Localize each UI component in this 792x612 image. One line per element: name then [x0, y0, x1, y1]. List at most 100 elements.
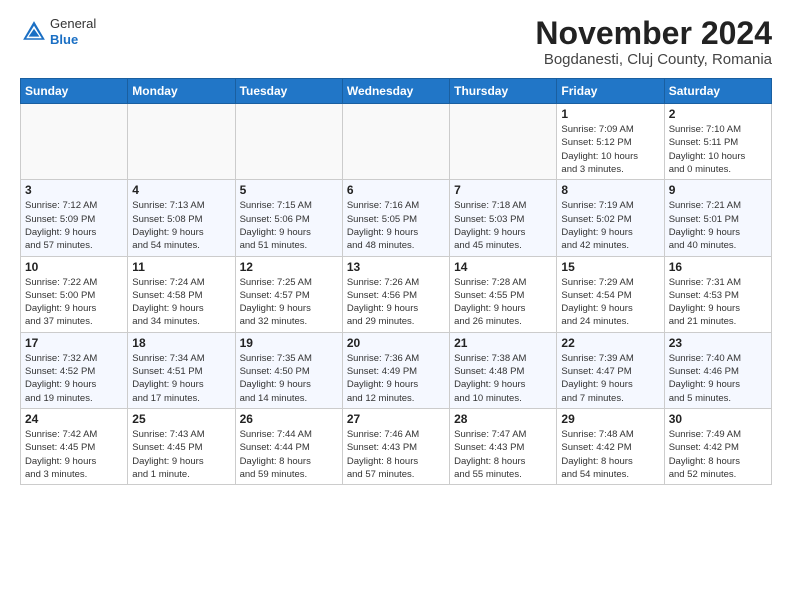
- day-info: Sunrise: 7:32 AM Sunset: 4:52 PM Dayligh…: [25, 352, 123, 405]
- day-info: Sunrise: 7:22 AM Sunset: 5:00 PM Dayligh…: [25, 276, 123, 329]
- calendar-cell: 6 Sunrise: 7:16 AM Sunset: 5:05 PM Daylig…: [342, 180, 449, 256]
- day-number: 28: [454, 412, 552, 426]
- day-number: 13: [347, 260, 445, 274]
- day-number: 8: [561, 183, 659, 197]
- calendar-table: SundayMondayTuesdayWednesdayThursdayFrid…: [20, 78, 772, 485]
- day-number: 15: [561, 260, 659, 274]
- day-info: Sunrise: 7:25 AM Sunset: 4:57 PM Dayligh…: [240, 276, 338, 329]
- calendar-cell: [21, 104, 128, 180]
- calendar-cell: 13 Sunrise: 7:26 AM Sunset: 4:56 PM Dayli…: [342, 256, 449, 332]
- day-info: Sunrise: 7:15 AM Sunset: 5:06 PM Dayligh…: [240, 199, 338, 252]
- calendar-cell: 24 Sunrise: 7:42 AM Sunset: 4:45 PM Dayli…: [21, 408, 128, 484]
- calendar-week-row: 24 Sunrise: 7:42 AM Sunset: 4:45 PM Dayli…: [21, 408, 772, 484]
- subtitle: Bogdanesti, Cluj County, Romania: [535, 51, 772, 68]
- calendar-cell: 29Sunrise: 7:48 AM Sunset: 4:42 PM Dayli…: [557, 408, 664, 484]
- calendar-cell: 12 Sunrise: 7:25 AM Sunset: 4:57 PM Dayli…: [235, 256, 342, 332]
- day-info: Sunrise: 7:10 AM Sunset: 5:11 PM Dayligh…: [669, 123, 767, 176]
- day-number: 1: [561, 107, 659, 121]
- day-info: Sunrise: 7:19 AM Sunset: 5:02 PM Dayligh…: [561, 199, 659, 252]
- calendar-cell: 28 Sunrise: 7:47 AM Sunset: 4:43 PM Dayli…: [450, 408, 557, 484]
- calendar-cell: [342, 104, 449, 180]
- calendar-cell: 18 Sunrise: 7:34 AM Sunset: 4:51 PM Dayli…: [128, 332, 235, 408]
- day-number: 3: [25, 183, 123, 197]
- logo-blue: Blue: [50, 32, 96, 48]
- day-info: Sunrise: 7:16 AM Sunset: 5:05 PM Dayligh…: [347, 199, 445, 252]
- day-number: 10: [25, 260, 123, 274]
- day-info: Sunrise: 7:34 AM Sunset: 4:51 PM Dayligh…: [132, 352, 230, 405]
- calendar-cell: [235, 104, 342, 180]
- day-number: 11: [132, 260, 230, 274]
- day-info: Sunrise: 7:29 AM Sunset: 4:54 PM Dayligh…: [561, 276, 659, 329]
- day-number: 7: [454, 183, 552, 197]
- day-number: 6: [347, 183, 445, 197]
- calendar-cell: 7 Sunrise: 7:18 AM Sunset: 5:03 PM Daylig…: [450, 180, 557, 256]
- day-info: Sunrise: 7:38 AM Sunset: 4:48 PM Dayligh…: [454, 352, 552, 405]
- calendar-cell: 11 Sunrise: 7:24 AM Sunset: 4:58 PM Dayli…: [128, 256, 235, 332]
- day-info: Sunrise: 7:42 AM Sunset: 4:45 PM Dayligh…: [25, 428, 123, 481]
- day-info: Sunrise: 7:43 AM Sunset: 4:45 PM Dayligh…: [132, 428, 230, 481]
- day-info: Sunrise: 7:44 AM Sunset: 4:44 PM Dayligh…: [240, 428, 338, 481]
- day-number: 4: [132, 183, 230, 197]
- main-title: November 2024: [535, 16, 772, 51]
- logo-icon: [20, 18, 48, 46]
- day-info: Sunrise: 7:21 AM Sunset: 5:01 PM Dayligh…: [669, 199, 767, 252]
- calendar-week-row: 1Sunrise: 7:09 AM Sunset: 5:12 PM Daylig…: [21, 104, 772, 180]
- calendar-cell: [450, 104, 557, 180]
- calendar-cell: 27 Sunrise: 7:46 AM Sunset: 4:43 PM Dayli…: [342, 408, 449, 484]
- logo-general: General: [50, 16, 96, 32]
- day-info: Sunrise: 7:24 AM Sunset: 4:58 PM Dayligh…: [132, 276, 230, 329]
- day-info: Sunrise: 7:35 AM Sunset: 4:50 PM Dayligh…: [240, 352, 338, 405]
- calendar-week-row: 3 Sunrise: 7:12 AM Sunset: 5:09 PM Daylig…: [21, 180, 772, 256]
- calendar-header-friday: Friday: [557, 79, 664, 104]
- day-number: 9: [669, 183, 767, 197]
- calendar-header-sunday: Sunday: [21, 79, 128, 104]
- day-number: 12: [240, 260, 338, 274]
- day-info: Sunrise: 7:47 AM Sunset: 4:43 PM Dayligh…: [454, 428, 552, 481]
- calendar-cell: 20 Sunrise: 7:36 AM Sunset: 4:49 PM Dayli…: [342, 332, 449, 408]
- calendar-cell: 19 Sunrise: 7:35 AM Sunset: 4:50 PM Dayli…: [235, 332, 342, 408]
- calendar-cell: 16 Sunrise: 7:31 AM Sunset: 4:53 PM Dayli…: [664, 256, 771, 332]
- calendar-cell: 2 Sunrise: 7:10 AM Sunset: 5:11 PM Daylig…: [664, 104, 771, 180]
- day-number: 22: [561, 336, 659, 350]
- day-info: Sunrise: 7:46 AM Sunset: 4:43 PM Dayligh…: [347, 428, 445, 481]
- day-info: Sunrise: 7:18 AM Sunset: 5:03 PM Dayligh…: [454, 199, 552, 252]
- day-info: Sunrise: 7:12 AM Sunset: 5:09 PM Dayligh…: [25, 199, 123, 252]
- calendar-week-row: 17Sunrise: 7:32 AM Sunset: 4:52 PM Dayli…: [21, 332, 772, 408]
- calendar-header-monday: Monday: [128, 79, 235, 104]
- calendar-header-tuesday: Tuesday: [235, 79, 342, 104]
- day-number: 29: [561, 412, 659, 426]
- day-number: 18: [132, 336, 230, 350]
- day-info: Sunrise: 7:36 AM Sunset: 4:49 PM Dayligh…: [347, 352, 445, 405]
- title-block: November 2024 Bogdanesti, Cluj County, R…: [535, 16, 772, 68]
- day-number: 24: [25, 412, 123, 426]
- logo-text: General Blue: [50, 16, 96, 47]
- calendar-cell: 3 Sunrise: 7:12 AM Sunset: 5:09 PM Daylig…: [21, 180, 128, 256]
- calendar-cell: 17Sunrise: 7:32 AM Sunset: 4:52 PM Dayli…: [21, 332, 128, 408]
- calendar-cell: 9 Sunrise: 7:21 AM Sunset: 5:01 PM Daylig…: [664, 180, 771, 256]
- day-info: Sunrise: 7:31 AM Sunset: 4:53 PM Dayligh…: [669, 276, 767, 329]
- calendar-header-saturday: Saturday: [664, 79, 771, 104]
- calendar-cell: 15 Sunrise: 7:29 AM Sunset: 4:54 PM Dayli…: [557, 256, 664, 332]
- calendar-cell: 14 Sunrise: 7:28 AM Sunset: 4:55 PM Dayli…: [450, 256, 557, 332]
- calendar-cell: 21 Sunrise: 7:38 AM Sunset: 4:48 PM Dayli…: [450, 332, 557, 408]
- page: General Blue November 2024 Bogdanesti, C…: [0, 0, 792, 612]
- day-number: 23: [669, 336, 767, 350]
- calendar-cell: 8 Sunrise: 7:19 AM Sunset: 5:02 PM Daylig…: [557, 180, 664, 256]
- calendar-header-row: SundayMondayTuesdayWednesdayThursdayFrid…: [21, 79, 772, 104]
- day-info: Sunrise: 7:26 AM Sunset: 4:56 PM Dayligh…: [347, 276, 445, 329]
- calendar-cell: 23 Sunrise: 7:40 AM Sunset: 4:46 PM Dayli…: [664, 332, 771, 408]
- day-info: Sunrise: 7:28 AM Sunset: 4:55 PM Dayligh…: [454, 276, 552, 329]
- calendar-cell: 25Sunrise: 7:43 AM Sunset: 4:45 PM Dayli…: [128, 408, 235, 484]
- day-number: 19: [240, 336, 338, 350]
- day-number: 27: [347, 412, 445, 426]
- day-number: 2: [669, 107, 767, 121]
- day-info: Sunrise: 7:40 AM Sunset: 4:46 PM Dayligh…: [669, 352, 767, 405]
- day-number: 16: [669, 260, 767, 274]
- day-info: Sunrise: 7:49 AM Sunset: 4:42 PM Dayligh…: [669, 428, 767, 481]
- day-info: Sunrise: 7:13 AM Sunset: 5:08 PM Dayligh…: [132, 199, 230, 252]
- day-number: 14: [454, 260, 552, 274]
- day-number: 21: [454, 336, 552, 350]
- day-number: 26: [240, 412, 338, 426]
- day-number: 30: [669, 412, 767, 426]
- day-number: 20: [347, 336, 445, 350]
